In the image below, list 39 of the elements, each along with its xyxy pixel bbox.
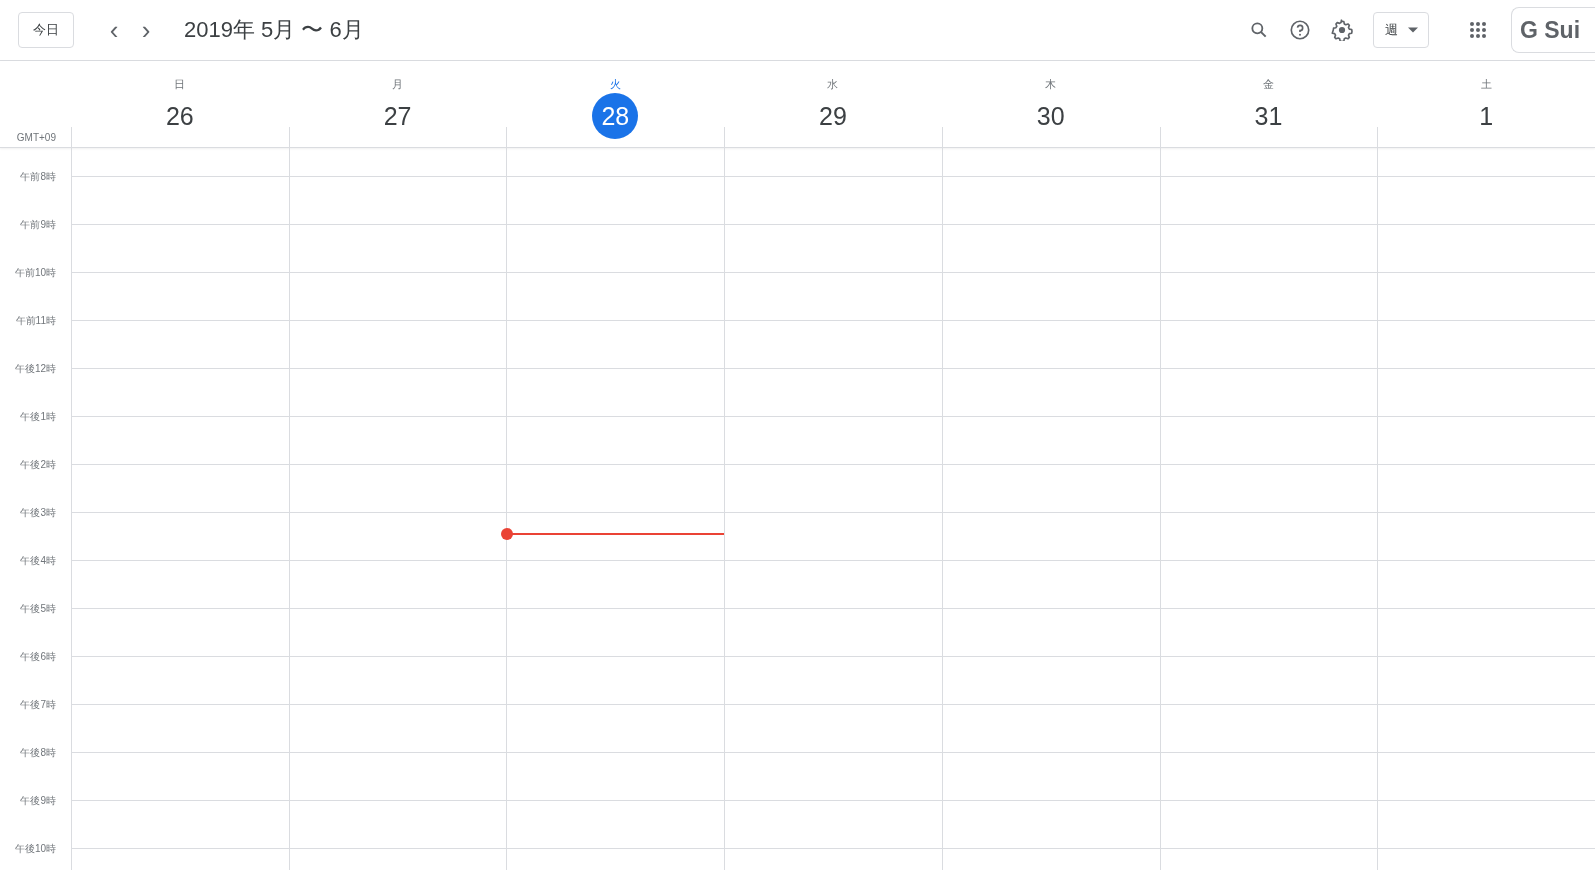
apps-grid-icon[interactable] xyxy=(1469,21,1487,39)
hour-label: 午前11時 xyxy=(15,314,56,328)
date-number[interactable]: 30 xyxy=(1027,93,1074,139)
today-button[interactable]: 今日 xyxy=(18,12,74,48)
hour-label: 午前8時 xyxy=(20,170,56,184)
hour-label: 午後12時 xyxy=(14,362,56,376)
hour-label: 午後8時 xyxy=(20,746,56,760)
date-number[interactable]: 31 xyxy=(1245,93,1292,139)
hour-label: 午前9時 xyxy=(20,218,56,232)
weekday-label: 木 xyxy=(1045,77,1057,92)
date-range-title: 2019年 5月 〜 6月 xyxy=(184,16,364,44)
search-icon[interactable] xyxy=(1249,20,1269,40)
hour-label: 午後1時 xyxy=(20,410,56,424)
date-number[interactable]: 29 xyxy=(810,93,856,139)
weekday-label: 水 xyxy=(827,77,839,92)
brand-badge[interactable]: G Sui xyxy=(1511,7,1595,53)
weekday-label: 月 xyxy=(392,77,404,92)
weekday-label: 土 xyxy=(1480,77,1492,92)
weekday-label: 火 xyxy=(609,77,621,92)
weekday-label: 日 xyxy=(174,77,186,92)
hour-label: 午前10時 xyxy=(14,266,56,280)
hour-label: 午後3時 xyxy=(20,506,56,520)
settings-icon[interactable] xyxy=(1331,19,1353,41)
hour-label: 午後6時 xyxy=(20,650,56,664)
date-number[interactable]: 28 xyxy=(592,93,639,139)
date-number[interactable]: 26 xyxy=(156,93,203,139)
hour-label: 午後2時 xyxy=(20,458,56,472)
hour-label: 午後7時 xyxy=(20,698,56,712)
hour-label: 午後4時 xyxy=(20,554,56,568)
view-dropdown[interactable]: 週 xyxy=(1373,12,1429,48)
weekday-label: 金 xyxy=(1262,77,1274,92)
date-number[interactable]: 27 xyxy=(374,93,421,139)
hour-label: 午後9時 xyxy=(20,794,56,808)
timezone-label: GMT+09 xyxy=(16,132,56,143)
help-icon[interactable] xyxy=(1289,19,1311,41)
date-number[interactable]: 1 xyxy=(1463,93,1510,139)
caret-icon xyxy=(1407,27,1418,33)
hour-label: 午後10時 xyxy=(14,842,56,856)
hour-label: 午後5時 xyxy=(20,602,56,616)
